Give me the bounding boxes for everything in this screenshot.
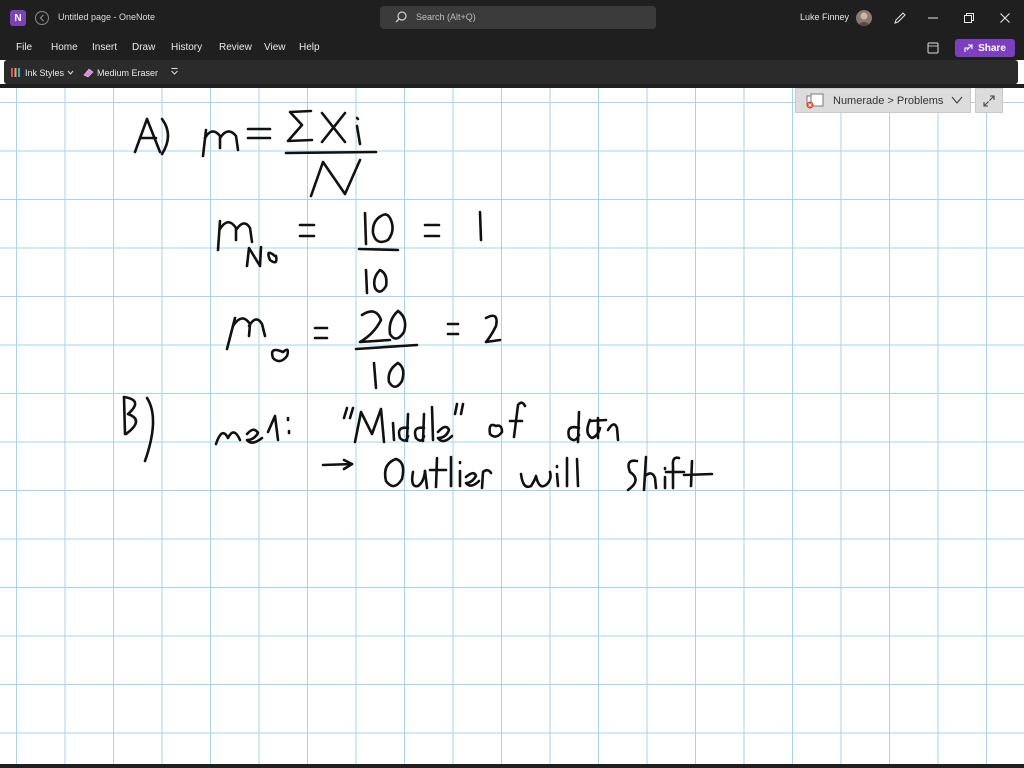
bottom-edge — [0, 764, 1024, 768]
notebook-breadcrumb: Numerade > Problems — [833, 95, 944, 107]
close-icon — [1000, 13, 1010, 23]
share-label: Share — [978, 42, 1006, 54]
document-title: Untitled page - OneNote — [58, 12, 156, 22]
pen-styles-icon — [11, 68, 20, 77]
restore-button[interactable] — [954, 8, 984, 28]
search-icon — [395, 11, 407, 23]
tab-view[interactable]: View — [264, 42, 286, 53]
minimize-button[interactable] — [918, 8, 948, 28]
expand-button[interactable] — [975, 88, 1003, 113]
eraser-label: Medium Eraser — [97, 67, 159, 78]
back-button[interactable] — [34, 10, 50, 26]
notebook-navigation[interactable]: Numerade > Problems — [795, 88, 971, 113]
sticky-notes-button[interactable] — [926, 41, 940, 55]
expand-icon — [983, 94, 995, 107]
eraser-button[interactable]: Medium Eraser — [82, 67, 158, 78]
app-icon-letter: N — [14, 12, 22, 24]
onenote-icon: N — [10, 10, 26, 26]
account-name[interactable]: Luke Finney — [800, 12, 849, 22]
ribbon-tabs: File Home Insert Draw History Review Vie… — [0, 36, 1024, 60]
restore-icon — [964, 13, 974, 23]
pen-button[interactable] — [892, 10, 908, 26]
tab-insert[interactable]: Insert — [92, 42, 117, 53]
share-button[interactable]: Share — [955, 39, 1015, 57]
draw-toolbar: Ink Styles Medium Eraser — [4, 60, 1018, 84]
tab-history[interactable]: History — [171, 42, 202, 53]
avatar-image — [857, 12, 871, 26]
search-placeholder: Search (Alt+Q) — [416, 12, 476, 22]
note-page-canvas[interactable] — [0, 88, 1024, 764]
tab-help[interactable]: Help — [299, 42, 320, 53]
more-chevron-icon — [171, 68, 178, 75]
sticky-notes-icon — [927, 42, 939, 54]
chevron-down-icon — [67, 70, 74, 75]
close-button[interactable] — [990, 8, 1020, 28]
search-input[interactable]: Search (Alt+Q) — [380, 6, 656, 29]
ink-styles-label: Ink Styles — [25, 67, 65, 78]
more-tools-button[interactable] — [170, 67, 179, 76]
tab-review[interactable]: Review — [219, 42, 252, 53]
tab-home[interactable]: Home — [51, 42, 78, 53]
minimize-icon — [928, 17, 938, 19]
back-arrow-icon — [35, 11, 49, 25]
pen-icon — [894, 12, 906, 24]
tab-draw[interactable]: Draw — [132, 42, 155, 53]
ink-styles-button[interactable]: Ink Styles — [10, 67, 74, 78]
avatar[interactable] — [856, 10, 872, 26]
tab-file[interactable]: File — [16, 42, 32, 53]
share-icon — [964, 44, 973, 52]
eraser-icon — [83, 68, 94, 78]
title-bar: N Untitled page - OneNote Search (Alt+Q)… — [0, 0, 1024, 36]
chevron-down-icon — [951, 96, 963, 104]
notebook-sync-error-icon — [806, 93, 824, 109]
